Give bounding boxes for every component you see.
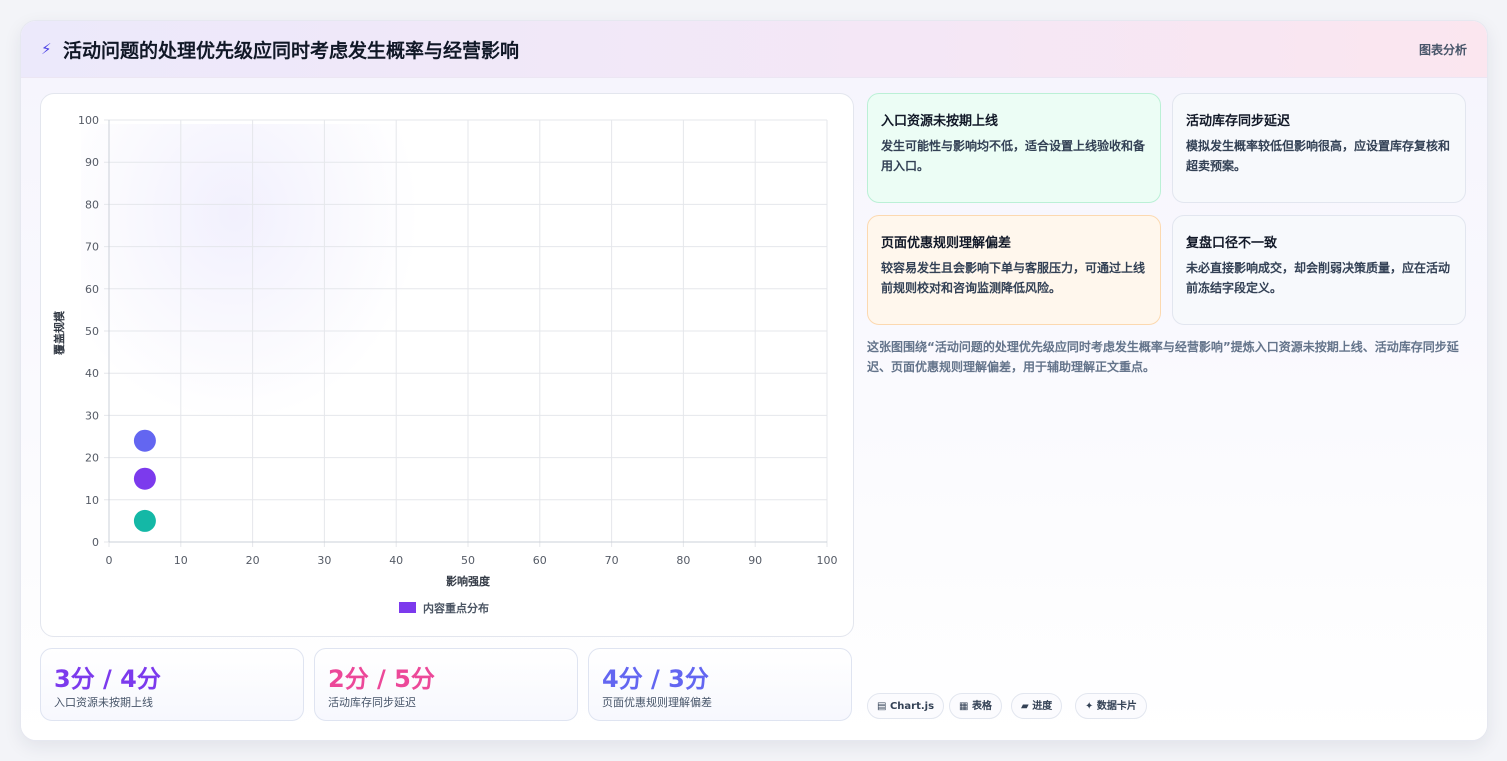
y-tick-label: 50: [85, 325, 99, 338]
y-axis-title: 覆盖规模: [52, 310, 66, 355]
insight-card: 页面优惠规则理解偏差 较容易发生且会影响下单与客服压力，可通过上线前规则校对和咨…: [867, 215, 1161, 325]
x-tick-label: 90: [748, 554, 762, 567]
stat-label: 页面优惠规则理解偏差: [602, 696, 712, 709]
stat-card: 3分 / 4分 入口资源未按期上线: [40, 648, 304, 721]
stat-label: 入口资源未按期上线: [54, 696, 153, 709]
insight-desc: 未必直接影响成交，却会削弱决策质量，应在活动前冻结字段定义。: [1186, 261, 1451, 295]
chip-progress[interactable]: ▰ 进度: [1011, 693, 1063, 719]
sparkle-icon: ✦: [1085, 701, 1094, 712]
y-tick-label: 60: [85, 283, 99, 296]
x-axis-title: 影响强度: [446, 574, 491, 588]
stat-label: 活动库存同步延迟: [328, 696, 416, 709]
x-tick-label: 100: [817, 554, 838, 567]
stat-value: 2分 / 5分: [328, 665, 435, 693]
y-tick-label: 0: [92, 536, 99, 549]
chip-label: 数据卡片: [1096, 701, 1137, 712]
y-tick-label: 80: [85, 198, 99, 211]
stat-card: 4分 / 3分 页面优惠规则理解偏差: [588, 648, 852, 721]
insight-card: 复盘口径不一致 未必直接影响成交，却会削弱决策质量，应在活动前冻结字段定义。: [1172, 215, 1466, 325]
header-tag: 图表分析: [1418, 43, 1467, 57]
x-tick-label: 60: [533, 554, 547, 567]
scatter-chart: 0 10 20 30 40 50 60 70 80 90 100 0 10 20 30 40 50 60 70 80 9…: [52, 114, 838, 615]
insight-title: 页面优惠规则理解偏差: [881, 236, 1012, 251]
data-point: [133, 429, 156, 452]
chip-table[interactable]: ▦ 表格: [949, 693, 1002, 719]
page-title: 活动问题的处理优先级应同时考虑发生概率与经营影响: [63, 40, 520, 62]
data-point: [133, 467, 156, 490]
chip-label: Chart.js: [889, 701, 935, 712]
legend-swatch: [399, 602, 416, 613]
chip-data-cards[interactable]: ✦ 数据卡片: [1075, 693, 1147, 719]
chart-icon: ▤: [877, 701, 887, 712]
card-header: ⚡ 活动问题的处理优先级应同时考虑发生概率与经营影响 图表分析: [21, 21, 1487, 78]
chip-chartjs[interactable]: ▤ Chart.js: [867, 693, 945, 719]
insight-desc: 较容易发生且会影响下单与客服压力，可通过上线前规则校对和咨询监测降低风险。: [881, 261, 1146, 295]
x-tick-label: 40: [389, 554, 403, 567]
insight-card: 入口资源未按期上线 发生可能性与影响均不低，适合设置上线验收和备用入口。: [867, 93, 1161, 203]
y-tick-label: 40: [85, 367, 99, 380]
insight-title: 复盘口径不一致: [1186, 236, 1278, 251]
y-tick-label: 100: [78, 114, 99, 127]
y-tick-label: 20: [85, 452, 99, 465]
progress-icon: ▰: [1021, 701, 1029, 712]
chip-label: 进度: [1032, 701, 1053, 712]
stat-value: 4分 / 3分: [602, 665, 709, 693]
stat-card: 2分 / 5分 活动库存同步延迟: [314, 648, 578, 721]
x-tick-label: 70: [605, 554, 619, 567]
insight-card: 活动库存同步延迟 模拟发生概率较低但影响很高，应设置库存复核和超卖预案。: [1172, 93, 1466, 203]
chip-label: 表格: [971, 701, 992, 712]
y-tick-label: 10: [85, 494, 99, 507]
insight-desc: 模拟发生概率较低但影响很高，应设置库存复核和超卖预案。: [1186, 139, 1451, 173]
x-tick-label: 10: [174, 554, 188, 567]
chart-card: ⚡ 活动问题的处理优先级应同时考虑发生概率与经营影响 图表分析 0 10 20 30 4…: [20, 20, 1488, 741]
bolt-icon: ⚡: [41, 40, 52, 58]
table-icon: ▦: [959, 701, 969, 712]
chart-panel: 0 10 20 30 40 50 60 70 80 90 100 0 10 20 30 40 50 60 70 80 9…: [40, 93, 854, 637]
insight-desc: 发生可能性与影响均不低，适合设置上线验收和备用入口。: [881, 139, 1146, 173]
x-tick-label: 50: [461, 554, 475, 567]
x-tick-label: 30: [317, 554, 331, 567]
insight-title: 入口资源未按期上线: [881, 114, 999, 129]
insight-title: 活动库存同步延迟: [1186, 114, 1291, 129]
y-tick-label: 70: [85, 241, 99, 254]
y-tick-label: 90: [85, 156, 99, 169]
y-tick-label: 30: [85, 409, 99, 422]
chart-summary: 这张图围绕“活动问题的处理优先级应同时考虑发生概率与经营影响”提炼入口资源未按期…: [867, 340, 1459, 374]
x-tick-label: 20: [246, 554, 260, 567]
x-tick-label: 80: [676, 554, 690, 567]
x-tick-label: 0: [106, 554, 113, 567]
stat-value: 3分 / 4分: [54, 665, 161, 693]
data-point: [133, 509, 156, 532]
legend-label: 内容重点分布: [423, 601, 489, 615]
